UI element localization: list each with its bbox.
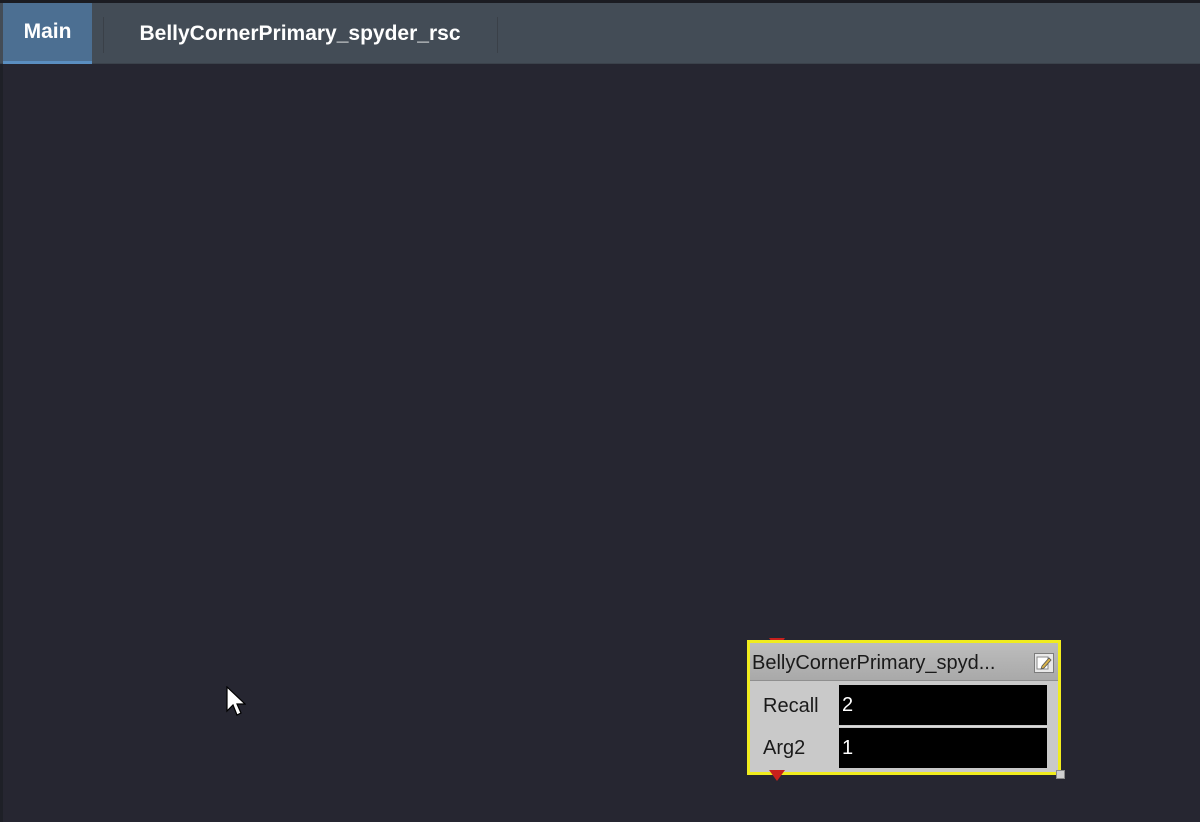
arg2-input[interactable] (839, 728, 1047, 768)
tab-bar: Main BellyCornerPrimary_spyder_rsc (0, 0, 1200, 64)
node-header[interactable]: BellyCornerPrimary_spyd... (750, 643, 1058, 681)
resize-handle[interactable] (1056, 770, 1065, 779)
tab-bellycornerprimary-spyder-rsc[interactable]: BellyCornerPrimary_spyder_rsc (104, 3, 496, 64)
output-port-icon[interactable] (769, 770, 785, 781)
node-title: BellyCornerPrimary_spyd... (752, 652, 996, 674)
tab-divider (497, 17, 498, 53)
recall-label: Recall (763, 695, 819, 717)
tab-main[interactable]: Main (3, 3, 92, 64)
tab-bellycornerprimary-label: BellyCornerPrimary_spyder_rsc (139, 21, 461, 45)
pencil-edit-icon[interactable] (1034, 653, 1054, 673)
recall-input[interactable] (839, 685, 1047, 725)
arg2-label: Arg2 (763, 737, 806, 759)
canvas-left-edge (0, 64, 3, 822)
tab-main-label: Main (23, 20, 72, 43)
mouse-pointer-icon (226, 685, 247, 723)
node-widget-bellycornerprimary[interactable]: BellyCornerPrimary_spyd... Recall Arg2 (747, 640, 1061, 775)
